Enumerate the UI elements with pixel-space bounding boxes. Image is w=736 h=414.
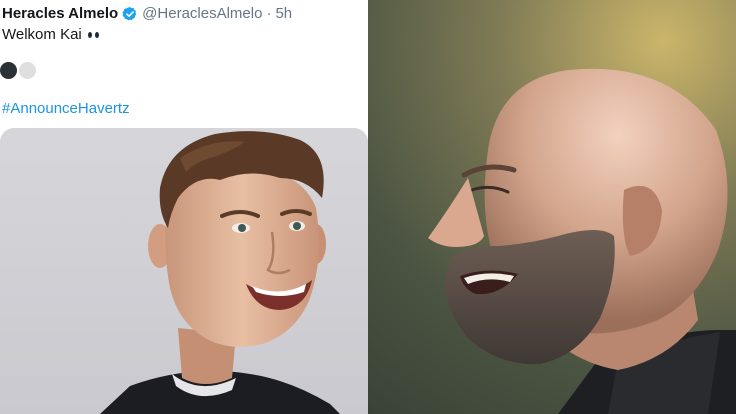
emoji-row: [0, 62, 36, 79]
tweet-handle[interactable]: @HeraclesAlmelo: [142, 4, 262, 24]
white-circle-emoji-icon: [19, 62, 36, 79]
tweet-text: Welkom Kai: [2, 26, 99, 43]
smiling-bald-man-illustration: [428, 68, 736, 414]
tweet-display-name[interactable]: Heracles Almelo: [2, 4, 118, 24]
tweet-header: Heracles Almelo @HeraclesAlmelo · 5h: [2, 4, 292, 24]
tweet-timestamp[interactable]: 5h: [275, 4, 292, 24]
hashtag-link[interactable]: #AnnounceHavertz: [2, 100, 130, 117]
verified-badge-icon: [122, 6, 138, 22]
player-portrait-illustration: [100, 131, 340, 414]
black-circle-emoji-icon: [0, 62, 17, 79]
header-separator: ·: [266, 5, 272, 22]
coach-photo: [368, 0, 736, 414]
tweet-text-content: Welkom Kai: [2, 26, 82, 43]
tweet-card: Heracles Almelo @HeraclesAlmelo · 5h Wel…: [0, 0, 368, 414]
tweet-media-image[interactable]: [0, 128, 368, 414]
eyes-emoji-icon: [87, 31, 99, 38]
